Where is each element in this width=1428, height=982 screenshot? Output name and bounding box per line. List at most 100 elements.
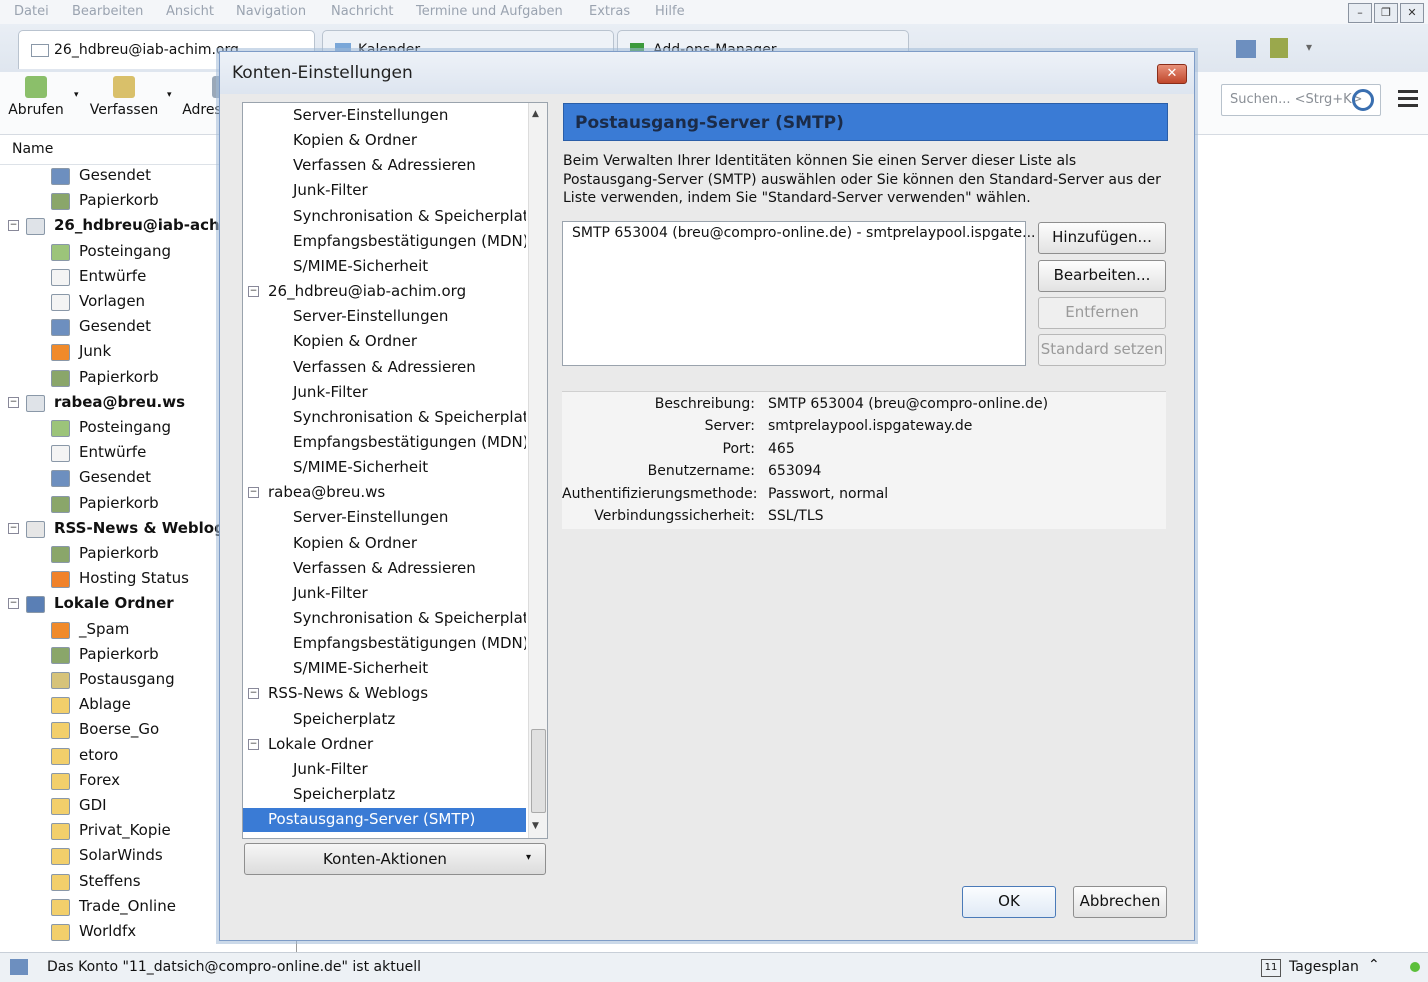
scroll-thumb[interactable]: [531, 729, 546, 813]
verfassen-dropdown-icon[interactable]: ▾: [167, 90, 172, 100]
set-default-button[interactable]: Standard setzen: [1038, 334, 1166, 366]
account-row[interactable]: − 26_hdbreu@iab-achim.org: [0, 214, 219, 238]
tree-settings-item[interactable]: Synchronisation & Speicherplatz: [243, 205, 526, 229]
tagesplan-button[interactable]: Tagesplan: [1289, 959, 1359, 975]
verfassen-button[interactable]: Verfassen: [88, 76, 160, 118]
tree-settings-item[interactable]: Server-Einstellungen: [243, 506, 526, 530]
folder-row[interactable]: Papierkorb: [0, 189, 219, 213]
search-input[interactable]: Suchen... <Strg+K>: [1221, 84, 1381, 116]
tree-settings-item[interactable]: Server-Einstellungen: [243, 104, 526, 128]
tree-account-item[interactable]: Postausgang-Server (SMTP): [243, 808, 526, 833]
tree-settings-item[interactable]: Junk-Filter: [243, 179, 526, 203]
cancel-button[interactable]: Abbrechen: [1073, 886, 1167, 918]
tree-settings-item[interactable]: Verfassen & Adressieren: [243, 154, 526, 178]
folder-row[interactable]: Papierkorb: [0, 492, 219, 516]
folder-row[interactable]: Gesendet: [0, 164, 219, 188]
tree-settings-item[interactable]: Junk-Filter: [243, 381, 526, 405]
folder-column-header[interactable]: Name: [0, 136, 230, 165]
tree-settings-item[interactable]: Speicherplatz: [243, 708, 526, 732]
collapse-toggle-icon[interactable]: −: [248, 487, 259, 499]
tree-settings-item[interactable]: Kopien & Ordner: [243, 532, 526, 556]
tree-account-item[interactable]: − rabea@breu.ws: [243, 481, 526, 505]
tree-settings-item[interactable]: Verfassen & Adressieren: [243, 356, 526, 380]
abrufen-button[interactable]: Abrufen: [6, 76, 66, 118]
tree-account-item[interactable]: − RSS-News & Weblogs: [243, 682, 526, 706]
edit-server-button[interactable]: Bearbeiten...: [1038, 260, 1166, 292]
folder-row[interactable]: Forex: [0, 769, 219, 793]
menu-navigation[interactable]: Navigation: [236, 4, 306, 19]
menu-bearbeiten[interactable]: Bearbeiten: [72, 4, 143, 19]
folder-row[interactable]: Entwürfe: [0, 265, 219, 289]
account-row[interactable]: − RSS-News & Weblogs: [0, 517, 219, 541]
scroll-down-icon[interactable]: ▼: [532, 821, 539, 831]
tree-settings-item[interactable]: Junk-Filter: [243, 582, 526, 606]
remove-server-button[interactable]: Entfernen: [1038, 297, 1166, 329]
tree-settings-item[interactable]: Verfassen & Adressieren: [243, 557, 526, 581]
scroll-up-icon[interactable]: ▲: [532, 109, 539, 119]
folder-row[interactable]: Vorlagen: [0, 290, 219, 314]
folder-row[interactable]: Hosting Status: [0, 567, 219, 591]
tree-settings-item[interactable]: Empfangsbestätigungen (MDN): [243, 431, 526, 455]
online-status-icon[interactable]: [10, 959, 28, 975]
menu-hamburger-icon[interactable]: [1398, 90, 1418, 108]
folder-row[interactable]: Postausgang: [0, 668, 219, 692]
smtp-server-list[interactable]: SMTP 653004 (breu@compro-online.de) - sm…: [562, 221, 1036, 366]
smtp-server-row[interactable]: SMTP 653004 (breu@compro-online.de) - sm…: [572, 225, 1036, 241]
tree-settings-item[interactable]: S/MIME-Sicherheit: [243, 456, 526, 480]
tasks-dropdown-icon[interactable]: ▾: [1306, 40, 1312, 54]
menu-termine[interactable]: Termine und Aufgaben: [416, 4, 563, 19]
minimize-icon[interactable]: –: [1348, 3, 1372, 23]
folder-row[interactable]: GDI: [0, 794, 219, 818]
tasks-icon[interactable]: [1270, 38, 1288, 58]
konten-aktionen-button[interactable]: Konten-Aktionen ▾: [244, 843, 546, 875]
tree-settings-item[interactable]: Speicherplatz: [243, 783, 526, 807]
folder-row[interactable]: Posteingang: [0, 416, 219, 440]
folder-row[interactable]: Gesendet: [0, 466, 219, 490]
search-icon[interactable]: [1352, 89, 1374, 111]
restore-icon[interactable]: ❐: [1374, 3, 1398, 23]
folder-row[interactable]: Boerse_Go: [0, 718, 219, 742]
collapse-toggle-icon[interactable]: −: [8, 522, 19, 534]
menu-nachricht[interactable]: Nachricht: [331, 4, 394, 19]
menu-datei[interactable]: Datei: [14, 4, 49, 19]
tree-settings-item[interactable]: Synchronisation & Speicherplatz: [243, 607, 526, 631]
folder-row[interactable]: Junk: [0, 340, 219, 364]
account-row[interactable]: − rabea@breu.ws: [0, 391, 219, 415]
folder-row[interactable]: SolarWinds: [0, 844, 219, 868]
menu-hilfe[interactable]: Hilfe: [655, 4, 685, 19]
menu-extras[interactable]: Extras: [589, 4, 630, 19]
collapse-toggle-icon[interactable]: −: [8, 598, 19, 610]
tree-scrollbar[interactable]: ▲ ▼: [528, 103, 547, 838]
tree-settings-item[interactable]: S/MIME-Sicherheit: [243, 657, 526, 681]
folder-row[interactable]: Papierkorb: [0, 542, 219, 566]
menu-ansicht[interactable]: Ansicht: [166, 4, 214, 19]
tree-settings-item[interactable]: Kopien & Ordner: [243, 330, 526, 354]
folder-row[interactable]: Worldfx: [0, 920, 219, 944]
folder-row[interactable]: Privat_Kopie: [0, 819, 219, 843]
close-window-icon[interactable]: ✕: [1400, 3, 1424, 23]
event-icon[interactable]: [1236, 40, 1256, 58]
abrufen-dropdown-icon[interactable]: ▾: [74, 90, 79, 100]
collapse-toggle-icon[interactable]: −: [248, 286, 259, 298]
close-icon[interactable]: ✕: [1157, 64, 1187, 84]
collapse-toggle-icon[interactable]: −: [248, 738, 259, 750]
tree-settings-item[interactable]: Synchronisation & Speicherplatz: [243, 406, 526, 430]
tree-account-item[interactable]: − Lokale Ordner: [243, 733, 526, 757]
tree-settings-item[interactable]: Empfangsbestätigungen (MDN): [243, 230, 526, 254]
chevron-up-icon[interactable]: ⌃: [1368, 957, 1380, 973]
folder-row[interactable]: Entwürfe: [0, 441, 219, 465]
tree-settings-item[interactable]: Junk-Filter: [243, 758, 526, 782]
account-row[interactable]: − Lokale Ordner: [0, 592, 219, 616]
tree-settings-item[interactable]: Server-Einstellungen: [243, 305, 526, 329]
add-server-button[interactable]: Hinzufügen...: [1038, 222, 1166, 254]
folder-row[interactable]: Ablage: [0, 693, 219, 717]
folder-row[interactable]: etoro: [0, 744, 219, 768]
folder-row[interactable]: Steffens: [0, 870, 219, 894]
collapse-toggle-icon[interactable]: −: [8, 220, 19, 232]
tree-settings-item[interactable]: S/MIME-Sicherheit: [243, 255, 526, 279]
folder-row[interactable]: _Spam: [0, 618, 219, 642]
tree-settings-item[interactable]: Kopien & Ordner: [243, 129, 526, 153]
folder-row[interactable]: Papierkorb: [0, 366, 219, 390]
collapse-toggle-icon[interactable]: −: [248, 688, 259, 700]
ok-button[interactable]: OK: [962, 886, 1056, 918]
